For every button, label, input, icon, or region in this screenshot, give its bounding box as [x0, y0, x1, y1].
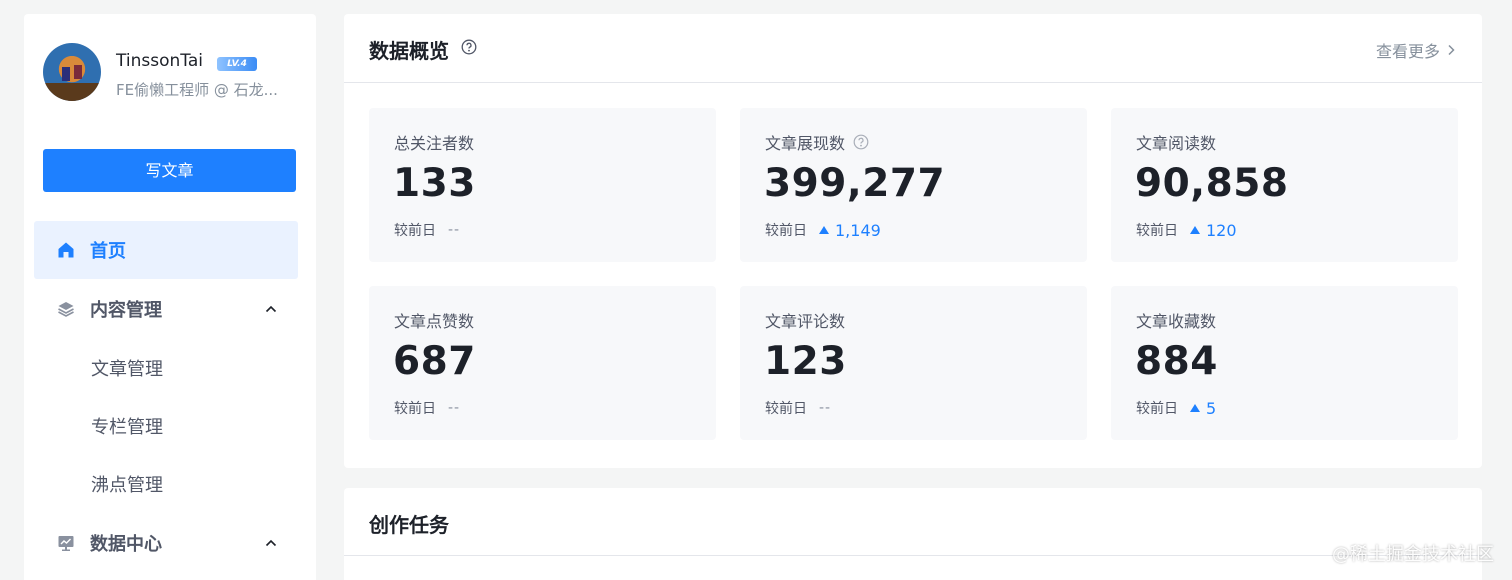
help-icon[interactable]: [853, 134, 869, 150]
delta-value: 5: [1190, 399, 1216, 418]
avatar-figure: [74, 65, 82, 79]
panel-header: 数据概览 查看更多: [344, 14, 1482, 83]
stat-label-text: 文章点赞数: [394, 312, 475, 331]
stat-value: 399,277: [764, 161, 946, 206]
chevron-up-icon[interactable]: [264, 302, 278, 316]
monitor-chart-icon: [56, 533, 76, 553]
delta-prefix: 较前日: [765, 401, 807, 417]
stat-card-followers: 总关注者数 133 较前日 --: [369, 108, 716, 262]
nav-item-content-management[interactable]: 内容管理: [34, 280, 298, 338]
delta-prefix: 较前日: [394, 223, 436, 239]
stat-delta: 较前日 120: [1136, 220, 1237, 240]
delta-value: --: [819, 400, 832, 416]
stat-value: 90,858: [1135, 161, 1289, 206]
layers-icon: [56, 299, 76, 319]
chevron-right-icon: [1448, 44, 1455, 56]
level-badge: LV.4: [217, 57, 257, 71]
delta-number: 5: [1206, 398, 1217, 418]
stat-delta: 较前日 --: [394, 398, 460, 418]
delta-number: 120: [1206, 220, 1237, 240]
stat-label-text: 文章阅读数: [1136, 134, 1217, 153]
panel-title: 数据概览: [369, 39, 449, 63]
trend-up-icon: [819, 226, 829, 234]
panel-header: 创作任务: [344, 488, 1482, 556]
view-more-link[interactable]: 查看更多: [1376, 38, 1456, 62]
user-profile[interactable]: TinssonTai LV.4 FE偷懒工程师 @ 石龙...: [43, 43, 303, 103]
stat-delta: 较前日 5: [1136, 398, 1216, 418]
delta-prefix: 较前日: [1136, 401, 1178, 417]
stat-label: 文章点赞数: [394, 308, 474, 332]
sidebar-item-pins-management[interactable]: 沸点管理: [91, 471, 163, 497]
view-more-label: 查看更多: [1375, 42, 1440, 61]
nav-item-data-center[interactable]: 数据中心: [34, 514, 298, 572]
nav-label: 数据中心: [90, 534, 162, 555]
username[interactable]: TinssonTai: [116, 51, 203, 71]
avatar[interactable]: [43, 43, 101, 101]
chevron-up-icon[interactable]: [264, 536, 278, 550]
stat-card-comments: 文章评论数 123 较前日 --: [740, 286, 1087, 440]
stat-delta: 较前日 --: [394, 220, 460, 240]
watermark: @稀土掘金技术社区: [1332, 544, 1494, 565]
delta-number: 1,149: [835, 220, 881, 240]
stat-card-favorites: 文章收藏数 884 较前日 5: [1111, 286, 1458, 440]
delta-value: 1,149: [819, 221, 881, 240]
stat-value: 884: [1135, 339, 1218, 384]
trend-up-icon: [1190, 404, 1200, 412]
nav-item-home[interactable]: 首页: [34, 221, 298, 279]
nav-label: 内容管理: [90, 300, 162, 321]
nav-label: 首页: [90, 241, 126, 262]
stat-delta: 较前日 --: [765, 398, 831, 418]
sidebar-item-article-management[interactable]: 文章管理: [91, 355, 163, 381]
stat-label-text: 文章评论数: [765, 312, 846, 331]
delta-prefix: 较前日: [394, 401, 436, 417]
sidebar-item-column-management[interactable]: 专栏管理: [91, 413, 163, 439]
avatar-ground: [43, 83, 101, 101]
home-icon: [56, 240, 76, 260]
delta-value: 120: [1190, 221, 1237, 240]
delta-value: --: [448, 222, 461, 238]
stat-card-reads: 文章阅读数 90,858 较前日 120: [1111, 108, 1458, 262]
stat-card-likes: 文章点赞数 687 较前日 --: [369, 286, 716, 440]
stat-label: 文章阅读数: [1136, 130, 1216, 154]
stat-label-text: 文章收藏数: [1136, 312, 1217, 331]
stat-delta: 较前日 1,149: [765, 220, 881, 240]
stat-label-text: 文章展现数: [765, 134, 846, 153]
stat-card-impressions: 文章展现数 399,277 较前日 1,149: [740, 108, 1087, 262]
stat-label-text: 总关注者数: [394, 134, 475, 153]
stat-value: 133: [393, 161, 476, 206]
creation-tasks-panel: 创作任务: [344, 488, 1482, 580]
delta-value: --: [448, 400, 461, 416]
write-article-button[interactable]: 写文章: [43, 149, 296, 192]
stat-label: 文章评论数: [765, 308, 845, 332]
delta-prefix: 较前日: [1136, 223, 1178, 239]
stat-label: 总关注者数: [394, 130, 474, 154]
delta-prefix: 较前日: [765, 223, 807, 239]
avatar-figure: [62, 67, 70, 81]
stat-value: 123: [764, 339, 847, 384]
stat-label: 文章收藏数: [1136, 308, 1216, 332]
stat-value: 687: [393, 339, 476, 384]
sidebar: TinssonTai LV.4 FE偷懒工程师 @ 石龙... 写文章 首页 内…: [24, 14, 316, 580]
user-subtitle: FE偷懒工程师 @ 石龙...: [116, 81, 278, 99]
trend-up-icon: [1190, 226, 1200, 234]
panel-title: 创作任务: [369, 513, 449, 537]
data-overview-panel: 数据概览 查看更多 总关注者数 133 较前日 -- 文章展现数 399,277…: [344, 14, 1482, 468]
help-icon[interactable]: [461, 39, 477, 55]
stat-label: 文章展现数: [765, 130, 869, 154]
